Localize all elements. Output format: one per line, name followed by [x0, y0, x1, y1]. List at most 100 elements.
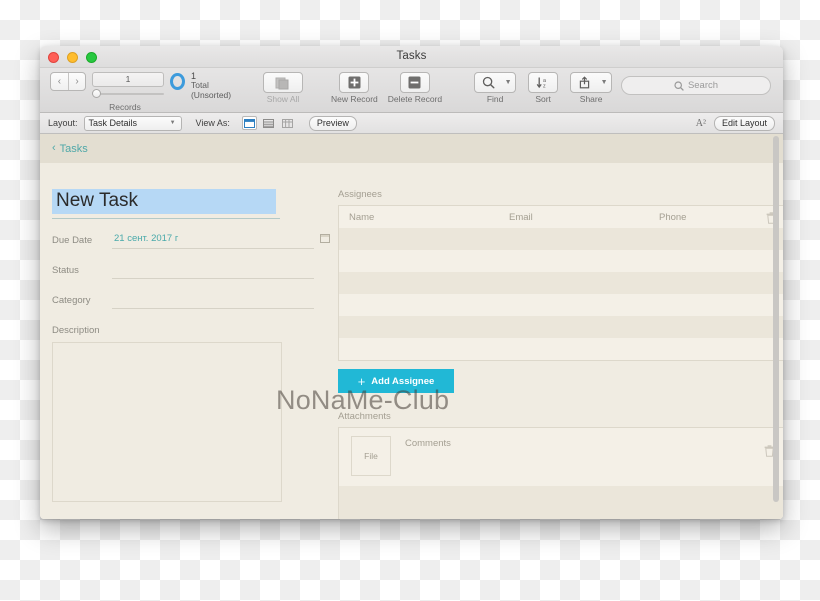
- task-title-underline: [52, 217, 280, 219]
- record-content-area: ‹ Tasks New Task Due Date 21 сент. 2017 …: [40, 134, 783, 519]
- found-set-pie-icon: [170, 73, 185, 90]
- view-as-form-button[interactable]: [241, 116, 257, 130]
- find-button[interactable]: ▼: [474, 72, 517, 93]
- layout-select[interactable]: Task Details ▼: [83, 115, 182, 131]
- show-all-button[interactable]: [263, 72, 303, 93]
- find-group[interactable]: ▼ Find: [474, 72, 517, 104]
- record-slider-track: [92, 93, 165, 95]
- show-all-icon: [275, 77, 289, 89]
- sort-az-icon: a z: [536, 77, 546, 89]
- search-icon: [482, 76, 495, 89]
- add-assignee-button[interactable]: + Add Assignee: [338, 369, 454, 393]
- vertical-scrollbar[interactable]: [770, 136, 781, 517]
- view-as-table-button[interactable]: [280, 116, 295, 130]
- sort-label: Sort: [535, 94, 551, 104]
- status-label: Status: [52, 264, 79, 276]
- show-all-label: Show All: [266, 94, 300, 104]
- assignee-row-empty[interactable]: [339, 272, 783, 294]
- view-as-label: View As:: [195, 118, 230, 128]
- due-date-underline: [112, 247, 314, 249]
- plus-square-icon: [348, 76, 361, 89]
- calendar-icon[interactable]: [320, 233, 330, 243]
- delete-record-label: Delete Record: [387, 94, 443, 104]
- new-record-button[interactable]: [339, 72, 370, 93]
- search-icon: [674, 80, 684, 91]
- svg-text:z: z: [543, 84, 546, 89]
- list-view-icon: [262, 118, 274, 128]
- previous-record-button[interactable]: ‹: [51, 73, 68, 90]
- assignee-row-empty[interactable]: [339, 250, 783, 272]
- minus-square-icon: [408, 76, 421, 89]
- status-value[interactable]: [112, 263, 314, 275]
- table-view-icon: [281, 118, 293, 128]
- status-row: Status: [52, 263, 314, 279]
- view-as-group: [241, 116, 295, 130]
- share-icon: [579, 76, 589, 89]
- preview-button[interactable]: Preview: [308, 115, 357, 131]
- sort-button[interactable]: a z: [528, 72, 559, 93]
- scrollbar-thumb[interactable]: [773, 136, 779, 502]
- description-label: Description: [52, 324, 100, 336]
- share-button[interactable]: ▼: [570, 72, 613, 93]
- attachments-section: Attachments File Comments: [338, 411, 783, 519]
- next-record-button[interactable]: ›: [67, 73, 85, 90]
- task-detail-column: New Task Due Date 21 сент. 2017 г Status: [52, 189, 330, 502]
- title-bar: Tasks: [40, 46, 783, 68]
- record-navigation-group: ‹ › 1 1 Total (Unsorted) Records: [50, 71, 240, 112]
- column-header-email: Email: [509, 211, 533, 223]
- assignee-row-empty[interactable]: [339, 294, 783, 316]
- related-data-column: Assignees Name Email Phone + Add Assigne…: [338, 189, 783, 519]
- attachment-row[interactable]: File Comments: [339, 428, 783, 486]
- category-row: Category: [52, 293, 314, 309]
- due-date-label: Due Date: [52, 234, 93, 246]
- back-to-tasks-button[interactable]: ‹ Tasks: [52, 143, 88, 155]
- search-placeholder: Search: [687, 80, 719, 91]
- layout-label: Layout:: [48, 118, 78, 128]
- back-label: Tasks: [59, 142, 88, 155]
- record-slider[interactable]: [92, 89, 165, 99]
- sort-group[interactable]: a z Sort: [528, 72, 559, 104]
- new-record-label: New Record: [331, 94, 378, 104]
- chevron-down-icon[interactable]: ▼: [501, 79, 515, 86]
- assignees-portal: Name Email Phone: [338, 205, 783, 361]
- column-header-phone: Phone: [659, 211, 687, 223]
- share-group[interactable]: ▼ Share: [570, 72, 613, 104]
- record-stepper[interactable]: ‹ ›: [50, 72, 87, 91]
- assignees-label: Assignees: [338, 189, 382, 200]
- due-date-row: Due Date 21 сент. 2017 г: [52, 233, 330, 249]
- category-label: Category: [52, 294, 91, 306]
- file-thumbnail[interactable]: File: [351, 436, 391, 476]
- assignee-row-empty[interactable]: [339, 338, 783, 360]
- layout-select-value: Task Details: [88, 118, 138, 128]
- search-input[interactable]: Search: [621, 76, 771, 95]
- column-header-name: Name: [349, 211, 375, 223]
- attachment-row-empty[interactable]: [339, 486, 783, 519]
- new-record-group[interactable]: New Record: [331, 72, 378, 104]
- record-counts: 1 Total (Unsorted): [191, 71, 240, 101]
- find-label: Find: [486, 94, 504, 104]
- show-all-group[interactable]: Show All: [263, 72, 303, 104]
- application-window: Tasks ‹ › 1 1 Total (Unsorted) Records S…: [40, 46, 783, 519]
- text-size-icon[interactable]: A²: [696, 118, 706, 129]
- assignee-row-empty[interactable]: [339, 228, 783, 250]
- chevron-left-icon: ‹: [52, 142, 56, 154]
- assignee-row-empty[interactable]: [339, 316, 783, 338]
- view-as-list-button[interactable]: [261, 116, 276, 130]
- edit-layout-button[interactable]: Edit Layout: [713, 115, 775, 131]
- record-slider-knob[interactable]: [92, 89, 102, 98]
- task-title-value[interactable]: New Task: [52, 189, 276, 214]
- task-title-field[interactable]: New Task: [52, 189, 282, 219]
- description-input[interactable]: [52, 341, 282, 502]
- add-assignee-label: Add Assignee: [371, 375, 435, 387]
- navigation-strip: ‹ Tasks: [40, 134, 783, 163]
- record-index-field[interactable]: 1: [92, 72, 165, 87]
- total-label: Total (Unsorted): [190, 80, 232, 101]
- chevron-down-icon[interactable]: ▼: [597, 79, 611, 86]
- attachments-portal: File Comments: [338, 427, 783, 519]
- status-underline: [112, 277, 314, 279]
- due-date-value[interactable]: 21 сент. 2017 г: [112, 233, 314, 245]
- main-toolbar: ‹ › 1 1 Total (Unsorted) Records Show Al…: [40, 68, 783, 113]
- category-value[interactable]: [112, 293, 314, 305]
- delete-record-button[interactable]: [399, 72, 430, 93]
- delete-record-group[interactable]: Delete Record: [388, 72, 442, 104]
